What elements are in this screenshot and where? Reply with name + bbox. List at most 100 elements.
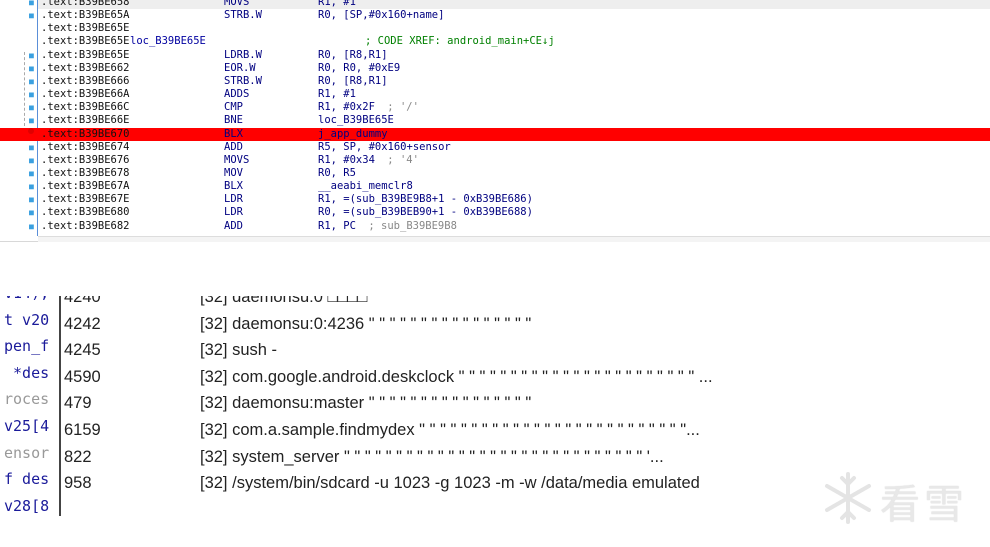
line-dot-icon: ■	[29, 195, 34, 205]
mnemonic: ADD	[224, 219, 243, 232]
process-pid: 479	[64, 394, 92, 413]
line-dot-icon: ■	[29, 168, 34, 178]
disasm-line[interactable]: ■ .text:B39BE66E BNE loc_B39BE65E	[0, 114, 990, 127]
operands[interactable]: R0, [R8,R1]	[318, 75, 388, 88]
snowflake-icon	[825, 472, 871, 524]
address: .text:B39BE680	[41, 206, 130, 219]
process-pid: 958	[64, 474, 92, 493]
address: .text:B39BE66C	[41, 101, 130, 114]
operands[interactable]: loc_B39BE65E	[318, 114, 394, 127]
mnemonic: LDR	[224, 193, 243, 206]
disasm-line[interactable]: .text:B39BE65E loc_B39BE65E ; CODE XREF: a…	[0, 35, 990, 48]
mnemonic: MOV	[224, 166, 243, 179]
disasm-line[interactable]: ■ .text:B39BE66A ADDS R1, #1	[0, 88, 990, 101]
operands[interactable]: R1, =(sub_B39BE9B8+1 - 0xB39BE686)	[318, 193, 533, 206]
mnemonic: ADD	[224, 140, 243, 153]
code-fragment: pen_f	[4, 337, 50, 356]
disasm-line[interactable]: .text:B39BE670 BLX j_app_dummy	[0, 127, 990, 141]
disasm-line[interactable]: ■ .text:B39BE65A STRB.W R0, [SP,#0x160+name…	[0, 9, 990, 22]
disasm-line[interactable]: ■ .text:B39BE67E LDR R1, =(sub_B39BE9B8+1 -…	[0, 193, 990, 206]
disasm-line[interactable]: ■ .text:B39BE65E LDRB.W R0, [R8,R1]	[0, 49, 990, 62]
line-dot-icon: ■	[29, 208, 34, 218]
breakpoint-icon[interactable]	[28, 127, 34, 134]
process-name: [32] com.google.android.deskclock " " " …	[200, 367, 713, 386]
operands[interactable]: R1, #1	[318, 0, 356, 9]
disasm-line[interactable]: ■ .text:B39BE680 LDR R0, =(sub_B39BEB90+1 -…	[0, 206, 990, 219]
code-fragment: v28[8	[4, 496, 50, 515]
process-pid: 4240	[64, 296, 101, 306]
operands[interactable]: __aeabi_memclr8	[318, 180, 413, 193]
disasm-line[interactable]: ■ .text:B39BE662 EOR.W R0, R0, #0xE9	[0, 62, 990, 75]
address: .text:B39BE65A	[41, 9, 130, 22]
line-dot-icon: ■	[29, 103, 34, 113]
operands[interactable]: R0, R5	[318, 167, 356, 180]
address: .text:B39BE676	[41, 153, 130, 166]
comment: ; '4'	[387, 153, 419, 166]
line-dot-icon: ■	[29, 182, 34, 192]
mnemonic: LDR	[224, 206, 243, 219]
operands[interactable]: j_app_dummy	[318, 128, 388, 141]
address: .text:B39BE67A	[41, 180, 130, 193]
line-dot-icon: ■	[29, 50, 34, 60]
operands[interactable]: R1, #0x34	[318, 154, 375, 167]
comment: ; CODE XREF: android_main+CE↓j	[365, 35, 555, 48]
mnemonic: ADDS	[224, 88, 250, 101]
code-fragment: *des	[4, 363, 50, 382]
disasm-line[interactable]: ■ .text:B39BE678 MOV R0, R5	[0, 167, 990, 180]
process-name: [32] sush -	[200, 341, 278, 360]
watermark-text: 看雪	[880, 482, 968, 528]
line-dot-icon: ■	[29, 155, 34, 165]
process-pid: 4245	[64, 341, 101, 360]
disasm-line[interactable]: ■ .text:B39BE666 STRB.W R0, [R8,R1]	[0, 75, 990, 88]
line-dot-icon: ■	[29, 90, 34, 100]
disasm-line[interactable]: ■ .text:B39BE674 ADD R5, SP, #0x160+sensor	[0, 141, 990, 154]
code-fragment: v14);	[4, 296, 49, 306]
operands[interactable]: R5, SP, #0x160+sensor	[318, 141, 451, 154]
operands[interactable]: R1, #0x2F	[318, 101, 375, 114]
mnemonic: LDRB.W	[224, 48, 262, 61]
process-pid: 822	[64, 447, 92, 466]
mnemonic: MOVS	[224, 153, 250, 166]
address: .text:B39BE65E	[41, 22, 130, 35]
address: .text:B39BE670	[41, 127, 130, 140]
address: .text:B39BE662	[41, 61, 130, 74]
address: .text:B39BE674	[41, 140, 130, 153]
mnemonic: BNE	[224, 114, 243, 127]
label[interactable]: loc_B39BE65E	[130, 35, 206, 48]
process-name: [32] daemonsu:0 □□□□ " " " " " " " " " "…	[200, 296, 524, 306]
operands[interactable]: R1, #1	[318, 88, 356, 101]
disasm-line[interactable]: ■ .text:B39BE658 MOVS R1, #1	[0, 0, 990, 9]
horizontal-scrollbar[interactable]	[38, 236, 990, 242]
comment: ; '/'	[387, 101, 419, 114]
address: .text:B39BE66A	[41, 88, 130, 101]
line-dot-icon: ■	[29, 116, 34, 126]
address: .text:B39BE67E	[41, 193, 130, 206]
line-dot-icon: ■	[29, 221, 34, 231]
operands[interactable]: R1, PC	[318, 220, 356, 233]
process-pid: 6159	[64, 421, 101, 439]
operands[interactable]: R0, R0, #0xE9	[318, 62, 400, 75]
operands[interactable]: R0, [SP,#0x160+name]	[318, 9, 444, 22]
process-name: [32] daemonsu:0:4236 " " " " " " " " " "…	[200, 314, 532, 333]
mnemonic: EOR.W	[224, 61, 256, 74]
disasm-line[interactable]: ■ .text:B39BE67A BLX __aeabi_memclr8	[0, 180, 990, 193]
code-fragment: roces	[4, 390, 50, 409]
disasm-line[interactable]: ■ .text:B39BE676 MOVS R1, #0x34 ; '4'	[0, 154, 990, 167]
code-fragment: f des	[4, 470, 50, 489]
disasm-line[interactable]: ■ .text:B39BE682 ADD R1, PC ; sub_B39BE9B8	[0, 220, 990, 233]
address: .text:B39BE65E	[41, 48, 130, 61]
address: .text:B39BE682	[41, 219, 130, 232]
disasm-line[interactable]: ■ .text:B39BE66C CMP R1, #0x2F ; '/'	[0, 101, 990, 114]
operands[interactable]: R0, [R8,R1]	[318, 49, 388, 62]
mnemonic: CMP	[224, 101, 243, 114]
line-dot-icon: ■	[29, 0, 34, 7]
line-dot-icon: ■	[29, 11, 34, 21]
operands[interactable]: R0, =(sub_B39BEB90+1 - 0xB39BE688)	[318, 206, 533, 219]
disasm-line[interactable]: .text:B39BE65E	[0, 22, 990, 35]
mnemonic: STRB.W	[224, 9, 262, 22]
code-fragment: v25[4	[4, 417, 50, 435]
pseudocode-strip: v14); t v20 pen_f *des roces v25[4 ensor f des…	[0, 296, 61, 516]
process-name: [32] system_server " " " " " " " " " " "…	[200, 447, 664, 466]
process-name: [32] com.a.sample.findmydex " " " " " " …	[200, 421, 700, 439]
line-dot-icon: ■	[29, 142, 34, 152]
